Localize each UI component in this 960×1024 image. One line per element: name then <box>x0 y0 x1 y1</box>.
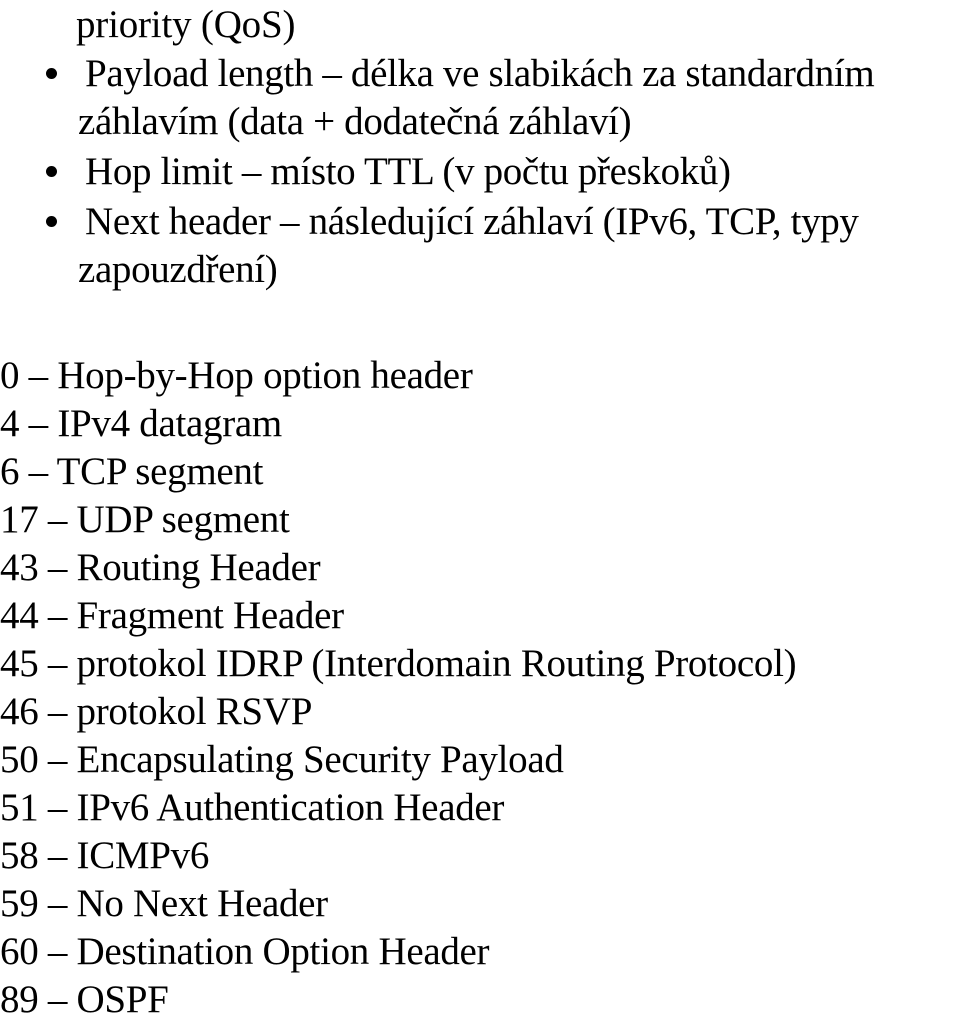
protocol-number: 89 <box>0 978 39 1021</box>
list-item: 60 – Destination Option Header <box>0 928 960 976</box>
bullet-dot-icon <box>46 216 57 227</box>
protocol-description: Hop-by-Hop option header <box>57 354 473 397</box>
separator-dash: – <box>47 594 68 637</box>
separator-dash: – <box>47 738 68 781</box>
list-item: 0 – Hop-by-Hop option header <box>0 352 960 400</box>
bullet-dot-icon <box>46 68 57 79</box>
list-item: 51 – IPv6 Authentication Header <box>0 784 960 832</box>
bullet-line-primary: Hop limit – místo TTL (v počtu přeskoků) <box>85 150 731 193</box>
list-item: Hop limit – místo TTL (v počtu přeskoků) <box>0 148 960 196</box>
list-item: 45 – protokol IDRP (Interdomain Routing … <box>0 640 960 688</box>
protocol-description: protokol RSVP <box>76 690 313 733</box>
bullet-line-wrapped: zapouzdření) <box>78 248 278 291</box>
protocol-number-list: 0 – Hop-by-Hop option header 4 – IPv4 da… <box>0 352 960 1024</box>
protocol-number: 51 <box>0 786 39 829</box>
protocol-description: protokol IDRP (Interdomain Routing Proto… <box>76 642 797 685</box>
list-item: 89 – OSPF <box>0 976 960 1024</box>
protocol-number: 60 <box>0 930 39 973</box>
slide-page: priority (QoS) Payload length – délka ve… <box>0 0 960 1021</box>
bullet-line-primary: Next header – následující záhlaví (IPv6,… <box>85 200 859 243</box>
separator-dash: – <box>47 786 68 829</box>
protocol-description: UDP segment <box>76 498 290 541</box>
list-item: 44 – Fragment Header <box>0 592 960 640</box>
protocol-number: 58 <box>0 834 39 877</box>
protocol-description: OSPF <box>76 978 169 1021</box>
protocol-number: 59 <box>0 882 39 925</box>
protocol-number: 43 <box>0 546 39 589</box>
bullet-dot-icon <box>46 166 57 177</box>
list-item: 6 – TCP segment <box>0 448 960 496</box>
protocol-description: Destination Option Header <box>76 930 490 973</box>
list-item: 46 – protokol RSVP <box>0 688 960 736</box>
list-item: 4 – IPv4 datagram <box>0 400 960 448</box>
separator-dash: – <box>47 930 68 973</box>
protocol-description: ICMPv6 <box>76 834 210 877</box>
protocol-description: IPv6 Authentication Header <box>76 786 505 829</box>
protocol-number: 6 <box>0 450 20 493</box>
protocol-number: 45 <box>0 642 39 685</box>
separator-dash: – <box>28 354 49 397</box>
separator-dash: – <box>47 690 68 733</box>
list-item: 17 – UDP segment <box>0 496 960 544</box>
separator-dash: – <box>47 978 68 1021</box>
protocol-number: 46 <box>0 690 39 733</box>
bullet-line-primary: Payload length – délka ve slabikách za s… <box>85 52 875 95</box>
protocol-description: Fragment Header <box>76 594 345 637</box>
list-item: 43 – Routing Header <box>0 544 960 592</box>
separator-dash: – <box>47 642 68 685</box>
list-item: Payload length – délka ve slabikách za s… <box>0 50 960 146</box>
protocol-description: IPv4 datagram <box>57 402 282 445</box>
protocol-number: 50 <box>0 738 39 781</box>
separator-dash: – <box>47 834 68 877</box>
protocol-number: 4 <box>0 402 20 445</box>
separator-dash: – <box>28 402 49 445</box>
protocol-description: TCP segment <box>56 450 264 493</box>
protocol-number: 0 <box>0 354 20 397</box>
list-item: 50 – Encapsulating Security Payload <box>0 736 960 784</box>
bullet-list: Payload length – délka ve slabikách za s… <box>0 50 960 296</box>
separator-dash: – <box>47 546 68 589</box>
separator-dash: – <box>47 882 68 925</box>
protocol-description: Routing Header <box>76 546 321 589</box>
protocol-description: Encapsulating Security Payload <box>76 738 564 781</box>
protocol-number: 17 <box>0 498 39 541</box>
protocol-number: 44 <box>0 594 39 637</box>
list-item: 58 – ICMPv6 <box>0 832 960 880</box>
continuation-line-priority-qos: priority (QoS) <box>76 3 296 46</box>
bullet-line-wrapped: záhlavím (data + dodatečná záhlaví) <box>78 100 632 143</box>
list-item: 59 – No Next Header <box>0 880 960 928</box>
list-item: Next header – následující záhlaví (IPv6,… <box>0 198 960 294</box>
separator-dash: – <box>28 450 49 493</box>
separator-dash: – <box>47 498 68 541</box>
protocol-description: No Next Header <box>76 882 329 925</box>
